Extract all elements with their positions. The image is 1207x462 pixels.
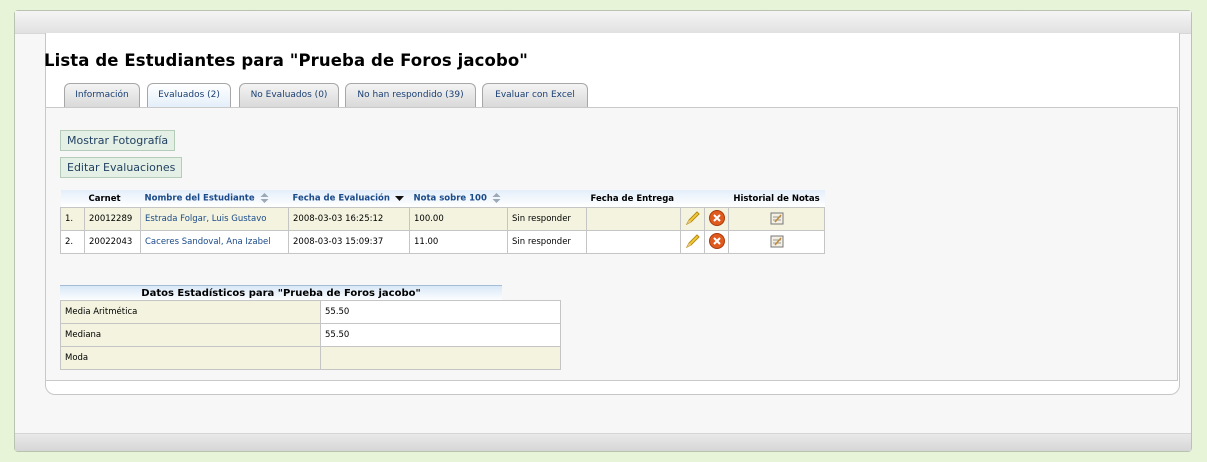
header-eval-date[interactable]: Fecha de Evaluación — [288, 190, 410, 208]
row-edit-cell — [680, 230, 705, 254]
header-edit — [680, 190, 705, 208]
row-history-cell — [728, 207, 825, 231]
tab-no-evaluados[interactable]: No Evaluados (0) — [239, 83, 339, 107]
frame-bottom-bar — [15, 433, 1191, 451]
delete-icon[interactable] — [708, 232, 726, 250]
row-status: Sin responder — [507, 207, 587, 231]
stats-row: Media Aritmética 55.50 — [60, 300, 561, 324]
row-grade: 11.00 — [409, 230, 508, 254]
row-student-name[interactable]: Caceres Sandoval, Ana Izabel — [140, 230, 289, 254]
sort-both-icon[interactable] — [260, 193, 269, 204]
frame-top-bar — [15, 11, 1191, 34]
stats-value: 55.50 — [320, 323, 561, 347]
stats-label: Mediana — [60, 323, 321, 347]
tab-evaluar-con-excel[interactable]: Evaluar con Excel — [482, 83, 588, 107]
students-table: Carnet Nombre del Estudiante Fecha de Ev… — [60, 190, 825, 254]
stats-row: Mediana 55.50 — [60, 323, 561, 347]
table-header-row: Carnet Nombre del Estudiante Fecha de Ev… — [60, 190, 825, 208]
row-carnet: 20012289 — [84, 207, 141, 231]
header-eval-date-label: Fecha de Evaluación — [292, 193, 390, 204]
page-title: Lista de Estudiantes para "Prueba de For… — [44, 51, 529, 70]
row-carnet: 20022043 — [84, 230, 141, 254]
header-history: Historial de Notas — [728, 190, 825, 208]
edit-evaluations-button[interactable]: Editar Evaluaciones — [60, 157, 183, 178]
tab-informacion[interactable]: Información — [64, 83, 140, 107]
tab-no-han-respondido[interactable]: No han respondido (39) — [345, 83, 476, 107]
sort-desc-icon[interactable] — [394, 193, 404, 203]
header-delivery-date: Fecha de Entrega — [586, 190, 681, 208]
sort-both-icon[interactable] — [492, 193, 501, 204]
row-student-name[interactable]: Estrada Folgar, Luis Gustavo — [140, 207, 289, 231]
header-name[interactable]: Nombre del Estudiante — [140, 190, 289, 208]
pencil-icon[interactable] — [684, 232, 702, 250]
row-delete-cell — [704, 207, 729, 231]
stats-label: Moda — [60, 346, 321, 370]
header-grade-label: Nota sobre 100 — [413, 193, 487, 204]
stats-title: Datos Estadísticos para "Prueba de Foros… — [60, 285, 502, 301]
notepad-icon[interactable] — [769, 211, 785, 225]
header-carnet: Carnet — [84, 190, 141, 208]
header-delete — [704, 190, 729, 208]
header-grade[interactable]: Nota sobre 100 — [409, 190, 508, 208]
stats-label: Media Aritmética — [60, 300, 321, 324]
table-row: 1. 20012289 Estrada Folgar, Luis Gustavo… — [60, 207, 825, 231]
pencil-icon[interactable] — [684, 209, 702, 227]
row-delete-cell — [704, 230, 729, 254]
row-eval-date: 2008-03-03 15:09:37 — [288, 230, 410, 254]
row-delivery-date — [586, 207, 681, 231]
delete-icon[interactable] — [708, 209, 726, 227]
row-index: 2. — [60, 230, 85, 254]
tab-evaluados[interactable]: Evaluados (2) — [147, 83, 231, 108]
notepad-icon[interactable] — [769, 234, 785, 248]
header-index — [60, 190, 85, 208]
row-status: Sin responder — [507, 230, 587, 254]
show-photo-button[interactable]: Mostrar Fotografía — [60, 130, 176, 151]
row-index: 1. — [60, 207, 85, 231]
stats-value — [320, 346, 561, 370]
header-status — [507, 190, 587, 208]
stats-table: Media Aritmética 55.50 Mediana 55.50 Mod… — [60, 300, 561, 370]
stats-row: Moda — [60, 346, 561, 370]
row-edit-cell — [680, 207, 705, 231]
header-name-label: Nombre del Estudiante — [144, 193, 255, 204]
stats-value: 55.50 — [320, 300, 561, 324]
row-grade: 100.00 — [409, 207, 508, 231]
row-eval-date: 2008-03-03 16:25:12 — [288, 207, 410, 231]
row-delivery-date — [586, 230, 681, 254]
row-history-cell — [728, 230, 825, 254]
table-row: 2. 20022043 Caceres Sandoval, Ana Izabel… — [60, 230, 825, 254]
